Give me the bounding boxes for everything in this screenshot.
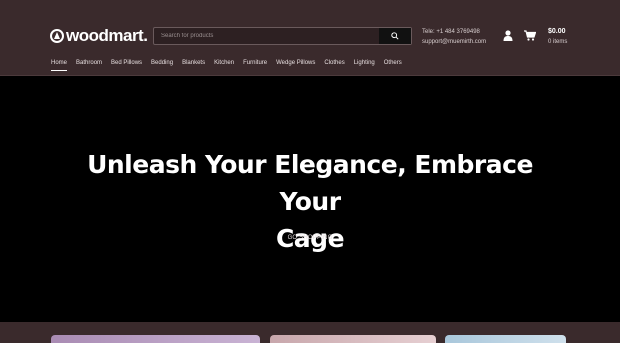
category-card[interactable]	[270, 335, 436, 343]
contact-phone: Tele: +1 484 3769498	[422, 29, 480, 35]
search-button[interactable]	[379, 28, 411, 44]
nav-item-bathroom[interactable]: Bathroom	[76, 60, 102, 71]
site-header: woodmart. Tele: +1 484 3769498 support@m…	[0, 0, 620, 76]
logo-mark-icon	[50, 29, 64, 43]
nav-item-blankets[interactable]: Blankets	[182, 60, 205, 71]
nav-item-bed-pillows[interactable]: Bed Pillows	[111, 60, 142, 71]
nav-item-furniture[interactable]: Furniture	[243, 60, 267, 71]
nav-item-bedding[interactable]: Bedding	[151, 60, 173, 71]
nav-item-kitchen[interactable]: Kitchen	[214, 60, 234, 71]
nav-item-clothes[interactable]: Clothes	[324, 60, 344, 71]
cart-total: $0.00	[548, 28, 566, 35]
user-icon[interactable]	[503, 30, 513, 41]
nav-item-lighting[interactable]: Lighting	[354, 60, 375, 71]
contact-email[interactable]: support@muemirth.com	[422, 37, 486, 47]
cart-icon[interactable]	[524, 30, 536, 41]
cart-summary[interactable]: $0.00 0 items	[548, 27, 567, 47]
cart-items-count: 0 items	[548, 39, 568, 45]
search-icon	[391, 32, 399, 40]
hero-title-line-1: Unleash Your Elegance, Embrace Your	[87, 150, 533, 216]
site-logo[interactable]: woodmart.	[50, 26, 148, 45]
hero-banner: Unleash Your Elegance, Embrace Your Cage…	[0, 76, 620, 322]
category-card[interactable]	[445, 335, 566, 343]
category-card[interactable]	[51, 335, 260, 343]
nav-item-others[interactable]: Others	[384, 60, 402, 71]
main-nav: Home Bathroom Bed Pillows Bedding Blanke…	[51, 60, 411, 71]
go-shopping-link[interactable]: GO SHOPPING	[0, 235, 620, 241]
search-bar	[153, 27, 412, 45]
nav-item-wedge-pillows[interactable]: Wedge Pillows	[276, 60, 315, 71]
contact-info: Tele: +1 484 3769498 support@muemirth.co…	[422, 27, 486, 47]
search-input[interactable]	[154, 28, 380, 44]
nav-item-home[interactable]: Home	[51, 60, 68, 71]
logo-text: woodmart.	[66, 26, 148, 45]
